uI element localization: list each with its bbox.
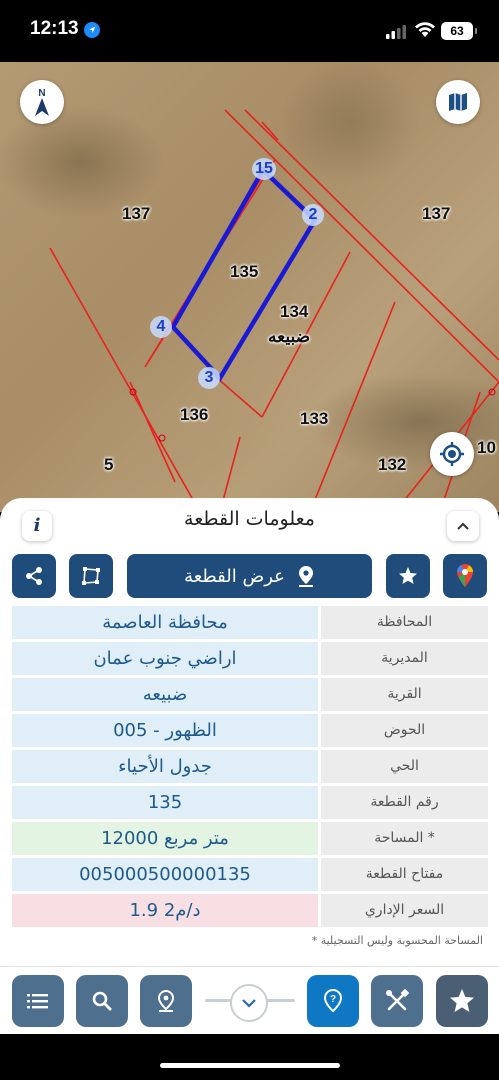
svg-text:?: ? [330,994,336,1005]
list-icon [27,994,48,1009]
my-location-button[interactable] [430,432,474,476]
row-label: المديرية [321,642,488,675]
tools-icon [386,989,409,1011]
drawer-toggle-button[interactable] [230,984,268,1022]
search-button[interactable] [76,975,128,1027]
row-value: الظهور - 005 [12,714,318,747]
parcel-label[interactable]: 132 [378,455,406,475]
row-label: رقم القطعة [321,786,488,819]
parcel-label[interactable]: 10 [477,438,496,458]
home-indicator[interactable] [160,1063,340,1068]
location-arrow-icon [84,22,100,42]
parcel-label[interactable]: 5 [104,455,113,475]
polygon-button[interactable] [69,554,113,598]
compass-button[interactable]: N [20,80,64,124]
star-icon [450,989,474,1012]
battery-indicator: 63 [441,22,477,40]
row-label: مفتاح القطعة [321,858,488,891]
map-view[interactable]: N 137 137 135 134 ضبيعه 136 133 5 132 10… [0,62,499,512]
row-value: محافظة العاصمة [12,606,318,639]
crosshair-icon [440,442,464,466]
table-row: 135 رقم القطعة [12,786,488,819]
vertex-label: 3 [198,367,220,389]
panel-title: معلومات القطعة [184,508,315,530]
row-value: 12000 متر مربع [12,822,318,855]
row-label: القرية [321,678,488,711]
google-maps-icon [457,564,473,587]
chevron-down-icon [242,999,256,1008]
location-pin-icon [157,989,175,1012]
chevron-up-icon [457,522,469,530]
table-row: اراضي جنوب عمان المديرية [12,642,488,675]
parcel-details-table: محافظة العاصمة المحافظة اراضي جنوب عمان ال… [12,606,488,930]
compass-icon: N [35,88,49,116]
status-bar: 12:13 63 [0,0,499,62]
nearby-button[interactable] [140,975,192,1027]
star-icon [399,567,417,584]
location-pin-icon [298,566,313,587]
wifi-icon [414,21,436,42]
list-button[interactable] [12,975,64,1027]
parcel-label[interactable]: 137 [422,204,450,224]
table-row: ضبيعه القرية [12,678,488,711]
parcel-label[interactable]: 134 [280,302,308,322]
row-label: المحافظة [321,606,488,639]
row-value: 005000500000135 [12,858,318,891]
google-maps-button[interactable] [443,554,487,598]
favorite-button[interactable] [386,554,430,598]
row-label: المساحة * [321,822,488,855]
share-icon [26,567,42,585]
row-value: جدول الأحياء [12,750,318,783]
row-label: السعر الإداري [321,894,488,927]
share-button[interactable] [12,554,56,598]
table-row: محافظة العاصمة المحافظة [12,606,488,639]
vertex-label: 15 [252,158,276,180]
svg-text:N: N [38,88,45,99]
polygon-icon [82,567,100,585]
parcel-label[interactable]: 135 [230,262,258,282]
bottom-toolbar: ? [0,966,499,1034]
status-time: 12:13 [30,18,79,39]
search-icon [92,991,112,1011]
row-label: الحي [321,750,488,783]
tools-button[interactable] [371,975,423,1027]
row-value: 1.9 د/م2 [12,894,318,927]
show-parcel-button[interactable]: عرض القطعة [127,554,372,598]
help-button[interactable]: ? [307,975,359,1027]
table-row: 1.9 د/م2 السعر الإداري [12,894,488,927]
cellular-signal-icon [386,24,408,43]
row-label: الحوض [321,714,488,747]
table-row: 005000500000135 مفتاح القطعة [12,858,488,891]
home-area [0,1034,499,1080]
row-value: 135 [12,786,318,819]
table-row: جدول الأحياء الحي [12,750,488,783]
table-row: الظهور - 005 الحوض [12,714,488,747]
area-footnote: * المساحة المحسوبة وليس التسجيلية [311,934,483,947]
help-icon: ? [323,988,343,1013]
row-value: اراضي جنوب عمان [12,642,318,675]
parcel-boundaries [49,109,499,512]
row-value: ضبيعه [12,678,318,711]
parcel-label[interactable]: 133 [300,409,328,429]
collapse-button[interactable] [447,511,479,541]
map-icon [449,93,467,111]
vertex-label: 4 [150,316,172,338]
favorites-button[interactable] [436,975,488,1027]
parcel-label[interactable]: 137 [122,204,150,224]
show-parcel-label: عرض القطعة [184,565,285,587]
parcel-info-panel: i معلومات القطعة عرض القطعة محافظة العاص… [0,498,499,968]
village-label: ضبيعه [268,327,311,346]
parcel-label[interactable]: 136 [180,405,208,425]
table-row: 12000 متر مربع المساحة * [12,822,488,855]
map-layers-button[interactable] [436,80,480,124]
vertex-label: 2 [302,204,324,226]
